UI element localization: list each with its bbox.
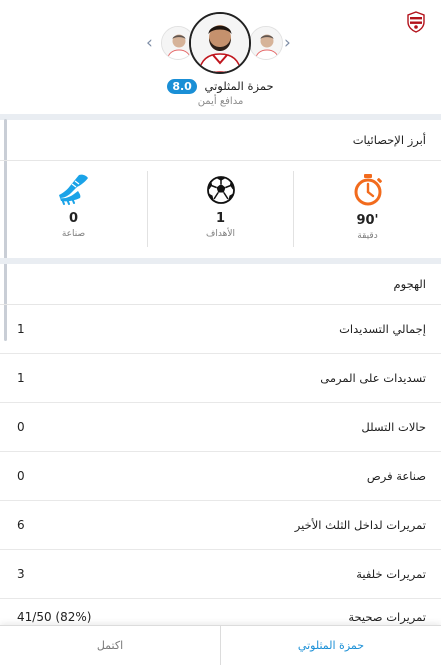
stat-label: صناعة <box>61 229 86 239</box>
stat-row: حالات التسلل 0 <box>0 403 441 452</box>
club-logo-icon[interactable] <box>406 11 426 33</box>
stat-label: الأهداف <box>206 229 235 239</box>
stat-row: تمريرات خلفية 3 <box>0 550 441 599</box>
stat-row-label: إجمالي التسديدات <box>339 322 426 336</box>
stat-row-value: 41/50 (82%) <box>17 610 92 624</box>
highlights-title: أبرز الإحصائيات <box>0 120 441 161</box>
stat-value: 90' <box>356 213 379 228</box>
stat-row: تمريرات لداخل الثلث الأخير 6 <box>0 501 441 550</box>
stat-row: صناعة فرص 0 <box>0 452 441 501</box>
player-position: مدافع أيمن <box>197 96 244 107</box>
player-avatar <box>189 12 251 74</box>
bottom-tab-bar: اكتمل حمزة المثلوتي <box>0 625 441 665</box>
player-header: ‹ › حمزة المثلوتي 8.0 مدافع أيمن <box>0 0 441 114</box>
stat-value: 0 <box>68 211 79 226</box>
player-name-row: حمزة المثلوتي 8.0 <box>0 79 441 94</box>
stat-row-value: 1 <box>17 371 25 385</box>
stat-row-label: تمريرات صحيحة <box>348 610 426 624</box>
player-switcher: ‹ › <box>145 9 295 79</box>
stopwatch-icon <box>354 174 382 206</box>
rating-badge: 8.0 <box>167 79 197 94</box>
tab-full-stats[interactable]: اكتمل <box>0 626 220 665</box>
stat-row-value: 6 <box>17 518 25 532</box>
stat-row: إجمالي التسديدات 1 <box>0 305 441 354</box>
stat-minutes: 90' دقيقة <box>294 171 441 247</box>
attack-title: الهجوم <box>0 264 441 305</box>
stat-row-value: 3 <box>17 567 25 581</box>
stat-row-value: 0 <box>17 469 25 483</box>
stat-row-value: 1 <box>17 322 25 336</box>
stat-row: تمريرات صحيحة 41/50 (82%) <box>0 599 441 625</box>
highlight-stats: 90' دقيقة 1 الأهداف 0 صناعة <box>0 161 441 258</box>
football-icon <box>206 176 235 204</box>
chevron-right-icon[interactable]: › <box>284 35 291 52</box>
tab-player[interactable]: حمزة المثلوتي <box>220 626 441 665</box>
stat-row: تسديدات على المرمى 1 <box>0 354 441 403</box>
stat-row-label: تمريرات لداخل الثلث الأخير <box>294 518 426 532</box>
stat-row-label: حالات التسلل <box>361 420 426 434</box>
chevron-left-icon[interactable]: ‹ <box>146 35 153 52</box>
player-name: حمزة المثلوتي <box>204 79 274 93</box>
stat-goals: 1 الأهداف <box>147 171 294 247</box>
stat-row-label: صناعة فرص <box>366 469 426 483</box>
stat-row-value: 0 <box>17 420 25 434</box>
stat-assists: 0 صناعة <box>0 171 147 247</box>
stat-label: دقيقة <box>357 231 378 241</box>
next-player-avatar[interactable] <box>249 26 283 60</box>
stat-row-label: تمريرات خلفية <box>356 567 426 581</box>
football-boot-icon <box>58 174 88 205</box>
stat-row-label: تسديدات على المرمى <box>320 371 426 385</box>
stat-value: 1 <box>215 211 226 226</box>
